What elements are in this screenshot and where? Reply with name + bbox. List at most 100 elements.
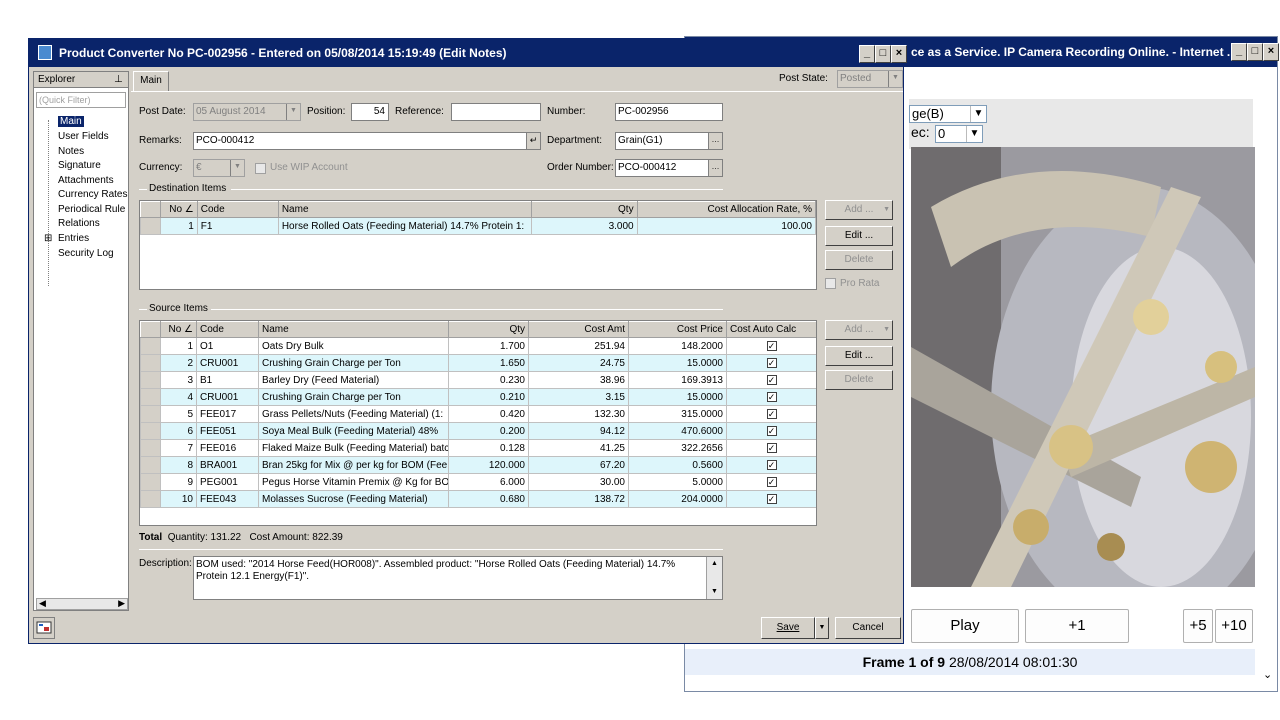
destination-delete-button[interactable]: Delete bbox=[825, 250, 893, 270]
ellipsis-icon[interactable]: … bbox=[708, 133, 722, 149]
pin-icon[interactable]: ⊥ bbox=[114, 74, 123, 85]
table-row[interactable]: 4 CRU001 Crushing Grain Charge per Ton 0.21… bbox=[140, 388, 816, 406]
cell-auto-calc[interactable]: ✓ bbox=[726, 473, 816, 491]
col-header-rate[interactable]: Cost Allocation Rate, % bbox=[636, 201, 816, 218]
quick-filter-input[interactable]: (Quick Filter) bbox=[36, 92, 126, 108]
explorer-item-notes[interactable]: Notes bbox=[58, 146, 84, 157]
explorer-item-signature[interactable]: Signature bbox=[58, 160, 101, 171]
arrow-right-icon[interactable]: ▶ bbox=[118, 598, 125, 609]
department-field[interactable]: Grain(G1) … bbox=[615, 132, 723, 150]
check-icon[interactable]: ✓ bbox=[766, 425, 777, 436]
table-row[interactable]: 9 PEG001 Pegus Horse Vitamin Premix @ Kg f… bbox=[140, 473, 816, 491]
explorer-item-entries[interactable]: Entries bbox=[58, 233, 89, 244]
explorer-item-user-fields[interactable]: User Fields bbox=[58, 131, 109, 142]
col-header-code[interactable]: Code bbox=[196, 321, 259, 338]
minimize-icon[interactable]: _ bbox=[1231, 43, 1247, 61]
cell-auto-calc[interactable]: ✓ bbox=[726, 354, 816, 372]
post-date-field[interactable]: 05 August 2014 ▼ bbox=[193, 103, 301, 121]
table-row[interactable]: 1 O1 Oats Dry Bulk 1.700 251.94 148.2000 ✓ bbox=[140, 337, 816, 355]
col-header-code[interactable]: Code bbox=[196, 201, 279, 218]
table-row[interactable]: 8 BRA001 Bran 25kg for Mix @ per kg for BO… bbox=[140, 456, 816, 474]
arrow-left-icon[interactable]: ◀ bbox=[39, 598, 46, 609]
arrow-down-icon[interactable]: ▼ bbox=[711, 586, 718, 598]
order-number-field[interactable]: PCO-000412 … bbox=[615, 159, 723, 177]
col-header-name[interactable]: Name bbox=[258, 321, 449, 338]
close-icon[interactable]: × bbox=[1263, 43, 1279, 61]
explorer-item-main[interactable]: Main bbox=[58, 116, 84, 127]
table-row[interactable]: 2 CRU001 Crushing Grain Charge per Ton 1.65… bbox=[140, 354, 816, 372]
cancel-button[interactable]: Cancel bbox=[835, 617, 901, 639]
destination-edit-button[interactable]: Edit ... bbox=[825, 226, 893, 246]
check-icon[interactable]: ✓ bbox=[766, 493, 777, 504]
currency-field[interactable]: € ▼ bbox=[193, 159, 245, 177]
col-header-name[interactable]: Name bbox=[277, 201, 533, 218]
cell-auto-calc[interactable]: ✓ bbox=[726, 371, 816, 389]
row-selector[interactable] bbox=[140, 473, 161, 491]
ellipsis-icon[interactable]: … bbox=[708, 160, 722, 176]
camera-select[interactable]: ge(B) ▼ bbox=[909, 105, 987, 123]
tab-main[interactable]: Main bbox=[133, 71, 169, 91]
check-icon[interactable]: ✓ bbox=[766, 340, 777, 351]
post-state-field[interactable]: Posted ▼ bbox=[837, 70, 903, 88]
row-selector[interactable] bbox=[140, 217, 162, 235]
save-dropdown-button[interactable]: ▼ bbox=[815, 617, 829, 639]
explorer-item-relations[interactable]: Relations bbox=[58, 218, 100, 229]
description-field[interactable]: BOM used: "2014 Horse Feed(HOR008)". Ass… bbox=[193, 556, 723, 600]
row-selector[interactable] bbox=[140, 490, 161, 508]
position-field[interactable]: 54 bbox=[351, 103, 389, 121]
step-plus1-button[interactable]: +1 bbox=[1025, 609, 1129, 643]
cell-auto-calc[interactable]: ✓ bbox=[726, 422, 816, 440]
chevron-down-icon[interactable]: ⌄ bbox=[1263, 668, 1272, 681]
minimize-icon[interactable]: _ bbox=[859, 45, 875, 63]
cell-auto-calc[interactable]: ✓ bbox=[726, 490, 816, 508]
table-row[interactable]: 7 FEE016 Flaked Maize Bulk (Feeding Materi… bbox=[140, 439, 816, 457]
col-header-cost-auto-calc[interactable]: Cost Auto Calc bbox=[726, 321, 816, 338]
browser-scrollbar[interactable]: ⌄ bbox=[1259, 89, 1277, 689]
col-header-cost-price[interactable]: Cost Price bbox=[628, 321, 727, 338]
table-row[interactable]: 1 F1 Horse Rolled Oats (Feeding Material… bbox=[140, 217, 816, 235]
destination-add-button[interactable]: Add ... ▼ bbox=[825, 200, 893, 220]
cell-auto-calc[interactable]: ✓ bbox=[726, 456, 816, 474]
row-selector[interactable] bbox=[140, 337, 161, 355]
check-icon[interactable]: ✓ bbox=[766, 459, 777, 470]
check-icon[interactable]: ✓ bbox=[766, 391, 777, 402]
table-row[interactable]: 3 B1 Barley Dry (Feed Material) 0.230 38.96 1… bbox=[140, 371, 816, 389]
table-row[interactable]: 6 FEE051 Soya Meal Bulk (Feeding Material)… bbox=[140, 422, 816, 440]
maximize-icon[interactable]: □ bbox=[1247, 43, 1263, 61]
table-row[interactable]: 10 FEE043 Molasses Sucrose (Feeding Materi… bbox=[140, 490, 816, 508]
row-selector[interactable] bbox=[140, 456, 161, 474]
row-selector[interactable] bbox=[140, 371, 161, 389]
check-icon[interactable]: ✓ bbox=[766, 374, 777, 385]
row-selector[interactable] bbox=[140, 388, 161, 406]
remarks-field[interactable]: PCO-000412 ↵ bbox=[193, 132, 541, 150]
use-wip-checkbox[interactable] bbox=[255, 163, 266, 174]
step-plus5-button[interactable]: +5 bbox=[1183, 609, 1213, 643]
tools-icon[interactable] bbox=[33, 617, 55, 639]
explorer-item-security-log[interactable]: Security Log bbox=[58, 248, 114, 259]
row-selector[interactable] bbox=[140, 354, 161, 372]
edit-icon[interactable]: ↵ bbox=[526, 133, 540, 149]
pro-rata-checkbox[interactable] bbox=[825, 278, 836, 289]
explorer-scrollbar[interactable]: ◀ ▶ bbox=[36, 598, 128, 610]
check-icon[interactable]: ✓ bbox=[766, 408, 777, 419]
table-row[interactable]: 5 FEE017 Grass Pellets/Nuts (Feeding Mater… bbox=[140, 405, 816, 423]
arrow-up-icon[interactable]: ▲ bbox=[711, 558, 718, 570]
cell-auto-calc[interactable]: ✓ bbox=[726, 388, 816, 406]
source-edit-button[interactable]: Edit ... bbox=[825, 346, 893, 366]
cell-auto-calc[interactable]: ✓ bbox=[726, 337, 816, 355]
number-field[interactable]: PC-002956 bbox=[615, 103, 723, 121]
source-add-button[interactable]: Add ... ▼ bbox=[825, 320, 893, 340]
maximize-icon[interactable]: □ bbox=[875, 45, 891, 63]
play-button[interactable]: Play bbox=[911, 609, 1019, 643]
description-scrollbar[interactable]: ▲ ▼ bbox=[706, 557, 722, 599]
sec-select[interactable]: 0 ▼ bbox=[935, 125, 983, 143]
row-selector[interactable] bbox=[140, 439, 161, 457]
save-button[interactable]: Save bbox=[761, 617, 815, 639]
col-header-cost-amt[interactable]: Cost Amt bbox=[528, 321, 629, 338]
check-icon[interactable]: ✓ bbox=[766, 476, 777, 487]
row-selector[interactable] bbox=[140, 405, 161, 423]
source-delete-button[interactable]: Delete bbox=[825, 370, 893, 390]
cell-auto-calc[interactable]: ✓ bbox=[726, 439, 816, 457]
explorer-item-attachments[interactable]: Attachments bbox=[58, 175, 114, 186]
col-header-no[interactable]: No ∠ bbox=[160, 201, 198, 218]
